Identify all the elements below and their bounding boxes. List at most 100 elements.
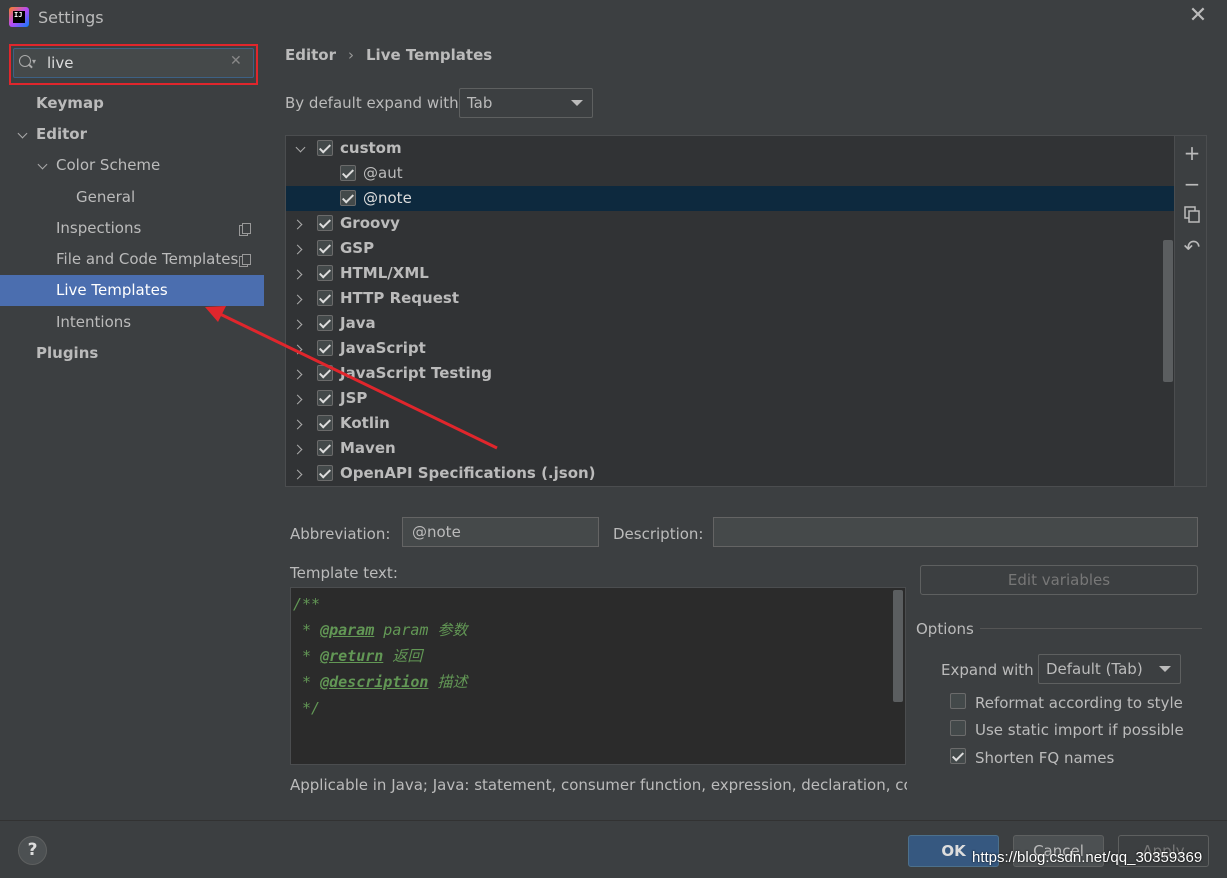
chevron-down-icon[interactable]	[18, 133, 28, 143]
tree-group-openapi-json[interactable]: OpenAPI Specifications (.json)	[286, 461, 1174, 486]
clear-search-icon[interactable]: ✕	[230, 53, 242, 69]
description-label: Description:	[613, 525, 704, 543]
reformat-label: Reformat according to style	[975, 694, 1183, 712]
tree-label: JSP	[340, 389, 368, 407]
chevron-right-icon[interactable]	[294, 219, 304, 229]
copy-icon[interactable]	[1183, 206, 1201, 224]
search-box[interactable]: ▾ ✕	[13, 48, 254, 78]
breadcrumb: Editor › Live Templates	[285, 46, 492, 64]
nav-item-file-and-code-templates[interactable]: File and Code Templates	[0, 244, 264, 275]
tree-group-javascript[interactable]: JavaScript	[286, 336, 1174, 361]
tree-group-http-request[interactable]: HTTP Request	[286, 286, 1174, 311]
checkbox[interactable]	[340, 165, 356, 181]
settings-sidebar: ▾ ✕ Keymap Editor Color Scheme General I…	[0, 36, 264, 820]
checkbox[interactable]	[317, 365, 333, 381]
close-icon[interactable]: ✕	[1188, 5, 1208, 28]
code-line: */	[293, 699, 321, 717]
restore-defaults-icon[interactable]: ↶	[1183, 237, 1201, 257]
chevron-right-icon[interactable]	[294, 394, 304, 404]
tree-item-note[interactable]: @note	[286, 186, 1174, 211]
watermark: https://blog.csdn.net/qq_30359369	[972, 849, 1203, 866]
nav-item-color-scheme[interactable]: Color Scheme	[0, 150, 264, 181]
chevron-right-icon[interactable]	[294, 369, 304, 379]
editor-scrollbar[interactable]	[893, 590, 903, 702]
shorten-fq-label: Shorten FQ names	[975, 749, 1115, 767]
chevron-down-icon[interactable]	[38, 164, 48, 174]
chevron-right-icon[interactable]	[294, 244, 304, 254]
tree-group-custom[interactable]: custom	[286, 136, 1174, 161]
edit-variables-button[interactable]: Edit variables	[920, 565, 1198, 595]
static-import-checkbox[interactable]	[950, 720, 966, 736]
checkbox[interactable]	[317, 465, 333, 481]
breadcrumb-parent[interactable]: Editor	[285, 46, 336, 64]
tree-group-html-xml[interactable]: HTML/XML	[286, 261, 1174, 286]
chevron-right-icon[interactable]	[294, 294, 304, 304]
dropdown-arrow-icon	[571, 100, 583, 106]
chevron-right-icon[interactable]	[294, 444, 304, 454]
chevron-right-icon[interactable]	[294, 419, 304, 429]
tree-label: OpenAPI Specifications (.json)	[340, 464, 596, 482]
template-text-editor[interactable]: /** * @param param 参数 * @return 返回 * @de…	[290, 587, 906, 765]
breadcrumb-separator: ›	[348, 46, 354, 64]
tree-item-aut[interactable]: @aut	[286, 161, 1174, 186]
tree-group-java[interactable]: Java	[286, 311, 1174, 336]
checkbox[interactable]	[340, 190, 356, 206]
nav-item-intentions[interactable]: Intentions	[0, 307, 264, 338]
tree-group-jsp[interactable]: JSP	[286, 386, 1174, 411]
add-icon[interactable]: +	[1183, 143, 1201, 163]
nav-item-editor[interactable]: Editor	[0, 119, 264, 150]
checkbox[interactable]	[317, 290, 333, 306]
chevron-right-icon[interactable]	[294, 319, 304, 329]
checkbox[interactable]	[317, 415, 333, 431]
nav-item-label: Live Templates	[56, 281, 168, 299]
description-input[interactable]	[713, 517, 1198, 547]
tree-label: @aut	[363, 164, 403, 182]
tree-label: HTTP Request	[340, 289, 459, 307]
tree-label: GSP	[340, 239, 375, 257]
shorten-fq-checkbox[interactable]	[950, 748, 966, 764]
nav-item-inspections[interactable]: Inspections	[0, 213, 264, 244]
project-settings-icon	[239, 223, 251, 236]
help-button[interactable]: ?	[18, 836, 47, 865]
checkbox[interactable]	[317, 265, 333, 281]
tree-label: JavaScript	[340, 339, 426, 357]
nav-item-plugins[interactable]: Plugins	[0, 338, 264, 369]
abbreviation-input[interactable]	[402, 517, 599, 547]
chevron-right-icon[interactable]	[294, 344, 304, 354]
checkbox[interactable]	[317, 340, 333, 356]
checkbox[interactable]	[317, 390, 333, 406]
default-expand-select[interactable]: Tab	[459, 88, 593, 118]
tree-label: Kotlin	[340, 414, 390, 432]
tree-group-maven[interactable]: Maven	[286, 436, 1174, 461]
intellij-app-icon: IJ	[9, 7, 29, 27]
search-icon[interactable]	[19, 55, 33, 69]
checkbox[interactable]	[317, 440, 333, 456]
dropdown-arrow-icon	[1159, 666, 1171, 672]
tree-scrollbar[interactable]	[1163, 240, 1173, 382]
applicable-contexts-text[interactable]: Applicable in Java; Java: statement, con…	[290, 776, 907, 794]
reformat-checkbox[interactable]	[950, 693, 966, 709]
nav-item-general[interactable]: General	[0, 182, 264, 213]
options-divider	[980, 628, 1202, 629]
remove-icon[interactable]: −	[1183, 174, 1201, 194]
chevron-down-icon[interactable]	[296, 144, 306, 154]
search-input[interactable]	[47, 52, 227, 74]
tree-group-groovy[interactable]: Groovy	[286, 211, 1174, 236]
checkbox[interactable]	[317, 140, 333, 156]
search-history-dropdown-icon[interactable]: ▾	[32, 57, 36, 66]
checkbox[interactable]	[317, 315, 333, 331]
tree-label: @note	[363, 189, 412, 207]
tree-group-javascript-testing[interactable]: JavaScript Testing	[286, 361, 1174, 386]
nav-item-live-templates[interactable]: Live Templates	[0, 275, 264, 306]
nav-item-label: Keymap	[36, 94, 104, 112]
checkbox[interactable]	[317, 215, 333, 231]
expand-with-select[interactable]: Default (Tab)	[1038, 654, 1181, 684]
tree-group-gsp[interactable]: GSP	[286, 236, 1174, 261]
expand-with-value: Default (Tab)	[1046, 660, 1143, 678]
nav-item-keymap[interactable]: Keymap	[0, 88, 264, 119]
tree-group-kotlin[interactable]: Kotlin	[286, 411, 1174, 436]
chevron-right-icon[interactable]	[294, 469, 304, 479]
checkbox[interactable]	[317, 240, 333, 256]
code-line: /**	[293, 595, 321, 613]
chevron-right-icon[interactable]	[294, 269, 304, 279]
